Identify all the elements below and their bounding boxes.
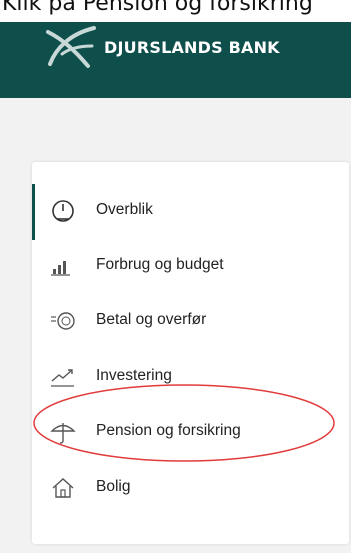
payment-icon	[51, 312, 75, 330]
nav-item-pension-og-forsikring[interactable]: Pension og forsikring	[32, 410, 349, 454]
bank-logo-icon	[46, 26, 96, 68]
nav-item-bolig[interactable]: Bolig	[32, 466, 349, 510]
bar-chart-icon	[51, 261, 70, 276]
nav-label-overblik: Overblik	[96, 201, 153, 218]
nav-label-pension-og-forsikring: Pension og forsikring	[96, 422, 241, 439]
nav-item-betal-og-overfor[interactable]: Betal og overfør	[32, 299, 349, 343]
gauge-icon	[52, 200, 74, 222]
navigation-menu: Overblik Forbrug og budget Betal og over…	[32, 162, 349, 544]
nav-label-forbrug-og-budget: Forbrug og budget	[96, 256, 224, 273]
instruction-text: Klik på Pension og forsikring	[2, 0, 313, 16]
nav-label-investering: Investering	[96, 367, 172, 384]
bank-name: DJURSLANDS BANK	[104, 38, 280, 57]
nav-item-investering[interactable]: Investering	[32, 355, 349, 399]
page-content: Overblik Forbrug og budget Betal og over…	[0, 98, 351, 553]
trend-line-icon	[51, 369, 74, 387]
umbrella-icon	[50, 423, 76, 444]
nav-label-betal-og-overfor: Betal og overfør	[96, 311, 207, 328]
instruction-caption: Klik på Pension og forsikring	[0, 0, 351, 22]
nav-item-forbrug-og-budget[interactable]: Forbrug og budget	[32, 244, 349, 288]
house-icon	[52, 478, 74, 498]
nav-label-bolig: Bolig	[96, 478, 131, 495]
nav-item-overblik[interactable]: Overblik	[32, 189, 349, 233]
